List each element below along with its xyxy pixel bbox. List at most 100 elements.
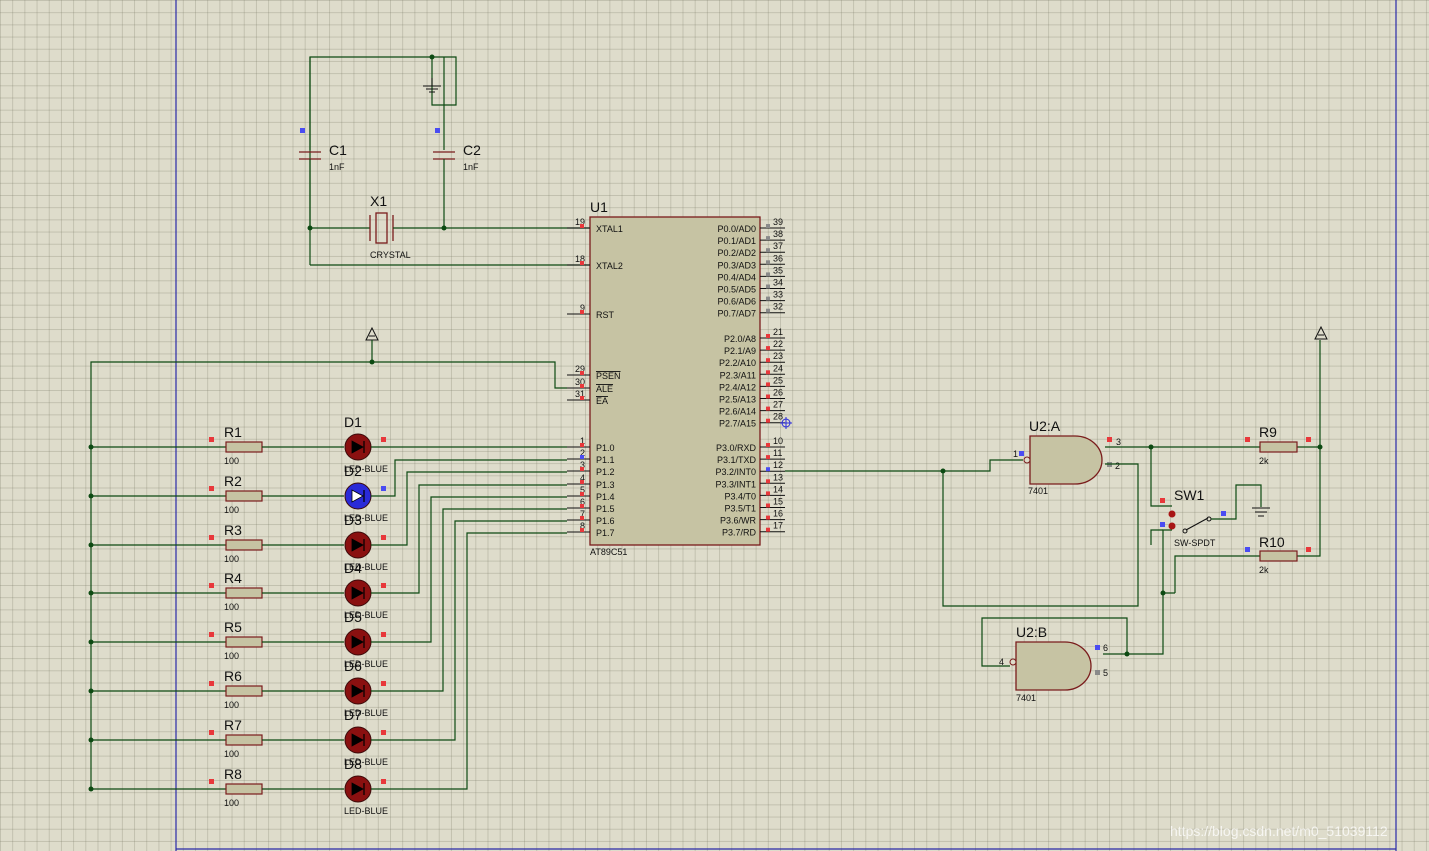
resistor-r1[interactable]: R1 100 — [209, 424, 263, 466]
vcc-left-icon — [365, 326, 379, 341]
pin-number: 35 — [773, 265, 783, 275]
c1-ref: C1 — [329, 142, 347, 158]
resistor-r7[interactable]: R7 100 — [209, 717, 263, 759]
led-ref: D2 — [344, 463, 362, 479]
u1-ref: U1 — [590, 199, 608, 215]
pin-number: 33 — [773, 290, 783, 300]
r10-value: 2k — [1259, 565, 1269, 575]
pin-number: 34 — [773, 278, 783, 288]
u2b-pin6: 6 — [1103, 643, 1108, 653]
c2-ref: C2 — [463, 142, 481, 158]
capacitor-c2[interactable]: C2 1nF — [433, 128, 481, 172]
pin-number: 25 — [773, 375, 783, 385]
pin-number: 24 — [773, 363, 783, 373]
gate-u2b[interactable]: U2:B 7401 4 6 5 — [999, 624, 1108, 703]
pin-name: P2.4/A12 — [719, 382, 756, 392]
pin-name: P2.3/A11 — [720, 370, 756, 380]
resistor-ref: R2 — [224, 473, 242, 489]
pin-number: 38 — [773, 229, 783, 239]
resistor-r4[interactable]: R4 100 — [209, 570, 263, 612]
u2a-ref: U2:A — [1029, 418, 1061, 434]
resistor-value: 100 — [224, 700, 239, 710]
pin-name: XTAL2 — [596, 261, 623, 271]
pin-name: P1.4 — [596, 492, 615, 502]
resistor-r10[interactable]: R10 2k — [1245, 534, 1311, 575]
gate-u2a[interactable]: U2:A 7401 1 3 2 — [1013, 418, 1121, 496]
resistor-value: 100 — [224, 554, 239, 564]
u2a-pin3: 3 — [1116, 437, 1121, 447]
resistor-value: 100 — [224, 749, 239, 759]
crystal-x1[interactable]: X1 CRYSTAL — [369, 193, 411, 260]
pin-name: XTAL1 — [596, 224, 623, 234]
u2b-ref: U2:B — [1016, 624, 1047, 640]
resistor-value: 100 — [224, 798, 239, 808]
x1-value: CRYSTAL — [370, 250, 411, 260]
resistor-r9[interactable]: R9 2k — [1245, 424, 1311, 466]
ground-icon — [1252, 507, 1270, 517]
u2b-part: 7401 — [1016, 693, 1036, 703]
r10-ref: R10 — [1259, 534, 1285, 550]
pin-name: P1.5 — [596, 504, 615, 514]
u2a-part: 7401 — [1028, 486, 1048, 496]
pin-name: P2.7/A15 — [719, 419, 756, 429]
resistor-r2[interactable]: R2 100 — [209, 473, 263, 515]
led-bank: R1100D1LED-BLUER2100D2LED-BLUER3100D3LED… — [88, 414, 567, 816]
pin-number: 11 — [773, 448, 782, 458]
led-part: LED-BLUE — [344, 806, 388, 816]
resistor-ref: R1 — [224, 424, 242, 440]
pin-name: P3.2/INT0 — [715, 467, 756, 477]
r9-ref: R9 — [1259, 424, 1277, 440]
pin-number: 12 — [773, 460, 783, 470]
pin-name: P1.6 — [596, 516, 615, 526]
pin-name: P0.3/AD3 — [717, 260, 756, 270]
pin-name: P1.3 — [596, 480, 615, 490]
u1-part: AT89C51 — [590, 547, 627, 557]
pin-name: P0.5/AD5 — [717, 285, 756, 295]
mcu-u1[interactable]: U1 AT89C51 19XTAL118XTAL29RST29PSEN30ALE… — [567, 199, 785, 557]
x1-ref: X1 — [370, 193, 387, 209]
resistor-r6[interactable]: R6 100 — [209, 668, 263, 710]
pin-number: 13 — [773, 472, 783, 482]
c2-value: 1nF — [463, 162, 479, 172]
u2a-pin2: 2 — [1115, 461, 1120, 471]
pin-name: P2.6/A14 — [719, 407, 756, 417]
pin-number: 32 — [773, 302, 783, 312]
capacitor-c1[interactable]: C1 1nF — [299, 128, 347, 172]
r9-value: 2k — [1259, 456, 1269, 466]
pin-name: P0.4/AD4 — [717, 272, 756, 282]
pin-name: P3.3/INT1 — [715, 479, 756, 489]
pin-number: 15 — [773, 497, 783, 507]
pin-name: EA — [596, 396, 608, 406]
u2a-pin1: 1 — [1013, 449, 1018, 459]
pin-number: 39 — [773, 217, 783, 227]
resistor-r3[interactable]: R3 100 — [209, 522, 263, 564]
resistor-value: 100 — [224, 602, 239, 612]
schematic-canvas[interactable]: C1 1nF C2 1nF X1 CRYSTAL U1 AT89C51 19 X… — [0, 0, 1429, 851]
pin-number: 16 — [773, 509, 783, 519]
pin-number: 17 — [773, 521, 783, 531]
pin-name: P3.5/T1 — [724, 504, 756, 514]
pin-number: 26 — [773, 388, 783, 398]
resistor-ref: R4 — [224, 570, 242, 586]
pin-number: 37 — [773, 241, 783, 251]
resistor-ref: R8 — [224, 766, 242, 782]
pin-name: P2.5/A13 — [719, 395, 756, 405]
pin-name: ALE — [596, 384, 613, 394]
led-ref: D7 — [344, 707, 362, 723]
pin-name: P2.2/A10 — [719, 358, 756, 368]
c1-value: 1nF — [329, 162, 345, 172]
resistor-r8[interactable]: R8 100 — [209, 766, 263, 808]
resistor-ref: R7 — [224, 717, 242, 733]
switch-sw1[interactable]: SW1 SW-SPDT — [1160, 484, 1270, 548]
vcc-right-icon — [1314, 325, 1328, 340]
pin-number: 22 — [773, 339, 783, 349]
sw1-part: SW-SPDT — [1174, 538, 1216, 548]
pin-name: P0.0/AD0 — [717, 224, 756, 234]
led-ref: D5 — [344, 609, 362, 625]
pin-name: P0.2/AD2 — [717, 248, 756, 258]
resistor-ref: R5 — [224, 619, 242, 635]
pin-name: P0.7/AD7 — [717, 309, 756, 319]
pin-number: 28 — [773, 412, 783, 422]
resistor-r5[interactable]: R5 100 — [209, 619, 263, 661]
pin-name: P3.6/WR — [720, 516, 757, 526]
